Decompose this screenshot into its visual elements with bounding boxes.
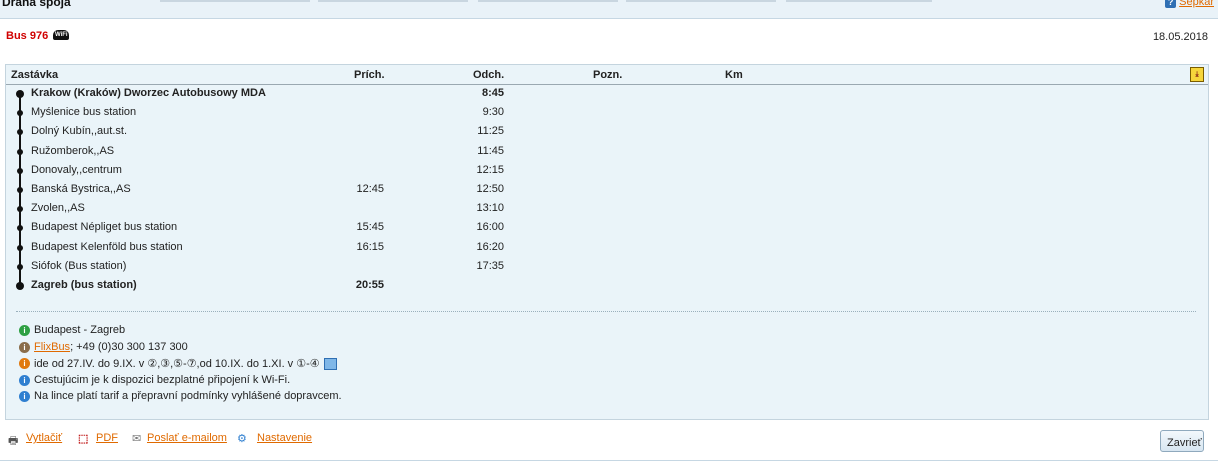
header-departure: Odch. <box>473 69 505 81</box>
stop-name: Zvolen,,AS <box>31 202 85 215</box>
table-row[interactable]: Donovaly,,centrum 12:15 <box>6 162 1208 181</box>
stop-name: Myślenice bus station <box>31 106 137 119</box>
arrival-time: 12:45 <box>356 183 384 195</box>
question-icon[interactable]: ? <box>1165 0 1177 8</box>
tab-strip <box>0 0 1218 2</box>
email-link[interactable]: Poslať e-mailom <box>147 432 227 444</box>
stop-marker-icon <box>17 148 23 155</box>
info-blue-icon: i <box>19 390 30 402</box>
stop-name: Donovaly,,centrum <box>31 163 122 176</box>
stop-name: Ružomberok,,AS <box>31 144 115 157</box>
stop-marker-icon <box>17 129 23 136</box>
stop-name: Dolný Kubín,,aut.st. <box>31 125 127 138</box>
printer-icon[interactable]: 🖶 <box>8 432 18 451</box>
note-route: i Budapest - Zagreb <box>19 324 125 340</box>
stop-name: Zagreb (bus station) <box>31 279 137 291</box>
export-pdf-icon[interactable]: ⤓ <box>1190 67 1204 82</box>
bus-line-number: Bus 976 <box>6 30 49 42</box>
departure-time: 16:20 <box>476 240 504 253</box>
note-wifi: i Cestujúcim je k dispozici bezplatné při… <box>19 374 290 390</box>
bus-line-label: Bus 976 WiFi <box>6 30 70 42</box>
stop-marker-icon <box>17 244 23 251</box>
info-blue-icon: i <box>19 374 30 386</box>
table-row[interactable]: Banská Bystrica,,AS 12:45 12:50 <box>6 181 1208 200</box>
table-row[interactable]: Krakow (Kraków) Dworzec Autobusowy MDA 8:… <box>6 85 1208 104</box>
departure-time: 8:45 <box>481 87 504 99</box>
help-link-group[interactable]: ? Šepkár <box>1165 0 1214 8</box>
stop-name: Siófok (Bus station) <box>31 259 127 272</box>
info-orange-icon: i <box>19 358 30 369</box>
close-button[interactable]: Zavrieť <box>1160 430 1204 452</box>
departure-time: 16:00 <box>476 221 504 234</box>
help-link[interactable]: Šepkár <box>1179 0 1214 8</box>
schedule-text: ide od 27.IV. do 9.IX. v ②,③,⑤-⑦,od 10.I… <box>34 358 320 370</box>
note-carrier: i FlixBus; +49 (0)30 300 137 300 <box>19 341 188 357</box>
stop-marker-icon <box>17 110 23 117</box>
header-note: Pozn. <box>593 69 623 81</box>
stop-name: Budapest Népliget bus station <box>31 221 178 234</box>
departure-time: 13:10 <box>476 202 504 215</box>
arrival-time: 20:55 <box>355 279 384 291</box>
stop-marker-icon <box>17 167 23 174</box>
note-tariff: i Na lince platí tarif a přepravní podmín… <box>19 390 342 406</box>
wifi-icon: WiFi <box>53 30 70 40</box>
table-row[interactable]: Myślenice bus station 9:30 <box>6 104 1208 123</box>
email-icon[interactable]: ✉ <box>132 432 141 445</box>
date-label: 18.05.2018 <box>1152 31 1208 43</box>
stop-marker-icon <box>17 206 23 213</box>
table-row[interactable]: Budapest Népliget bus station 15:45 16:00 <box>6 219 1208 238</box>
table-row[interactable]: Siófok (Bus station) 17:35 <box>6 258 1208 277</box>
table-row[interactable]: Budapest Kelenföld bus station 16:15 16:20 <box>6 239 1208 258</box>
stop-marker-icon <box>16 282 24 290</box>
stop-marker-icon <box>17 225 23 232</box>
stop-marker-icon <box>16 90 24 98</box>
stop-marker-icon <box>17 187 23 193</box>
title-bar: Dráha spoja ? Šepkár <box>0 0 1218 19</box>
print-link[interactable]: Vytlačiť <box>26 432 62 444</box>
calendar-icon[interactable] <box>323 357 337 370</box>
table-row[interactable]: Zagreb (bus station) 20:55 <box>6 277 1208 296</box>
table-row[interactable]: Zvolen,,AS 13:10 <box>6 200 1208 219</box>
departure-time: 12:15 <box>476 163 504 176</box>
table-row[interactable]: Dolný Kubín,,aut.st. 11:25 <box>6 123 1208 142</box>
table-row[interactable]: Ružomberok,,AS 11:45 <box>6 143 1208 162</box>
info-green-icon: i <box>19 324 30 336</box>
departure-time: 12:50 <box>476 183 504 195</box>
settings-link[interactable]: Nastavenie <box>257 432 312 444</box>
gear-icon[interactable]: ⚙ <box>237 432 247 445</box>
stop-name: Krakow (Kraków) Dworzec Autobusowy MDA <box>31 87 266 99</box>
divider <box>16 311 1196 312</box>
stop-marker-icon <box>17 263 23 270</box>
stop-name: Budapest Kelenföld bus station <box>31 240 183 253</box>
header-km: Km <box>725 69 743 81</box>
pdf-link[interactable]: PDF <box>96 432 118 444</box>
arrival-time: 16:15 <box>356 240 384 253</box>
pdf-icon[interactable]: ⬚ <box>78 432 88 445</box>
arrival-time: 15:45 <box>356 221 384 234</box>
departure-time: 9:30 <box>482 106 504 119</box>
window-title: Dráha spoja <box>2 0 71 9</box>
header-stop: Zastávka <box>11 69 59 81</box>
info-brown-icon: i <box>19 341 30 353</box>
departure-time: 17:35 <box>476 259 504 272</box>
stop-name: Banská Bystrica,,AS <box>31 183 131 195</box>
header-arrival: Prích. <box>354 69 385 81</box>
carrier-link[interactable]: FlixBus <box>34 341 70 353</box>
note-schedule: i ide od 27.IV. do 9.IX. v ②,③,⑤-⑦,od 10.… <box>19 357 337 373</box>
departure-time: 11:25 <box>477 125 504 138</box>
footer-bar: 🖶 Vytlačiť ⬚ PDF ✉ Poslať e-mailom ⚙ Nas… <box>0 424 1218 461</box>
route-panel: Zastávka Prích. Odch. Pozn. Km ⤓ Krakow … <box>5 64 1209 420</box>
carrier-phone: ; +49 (0)30 300 137 300 <box>70 341 188 354</box>
departure-time: 11:45 <box>477 144 504 157</box>
table-header: Zastávka Prích. Odch. Pozn. Km ⤓ <box>6 65 1208 85</box>
